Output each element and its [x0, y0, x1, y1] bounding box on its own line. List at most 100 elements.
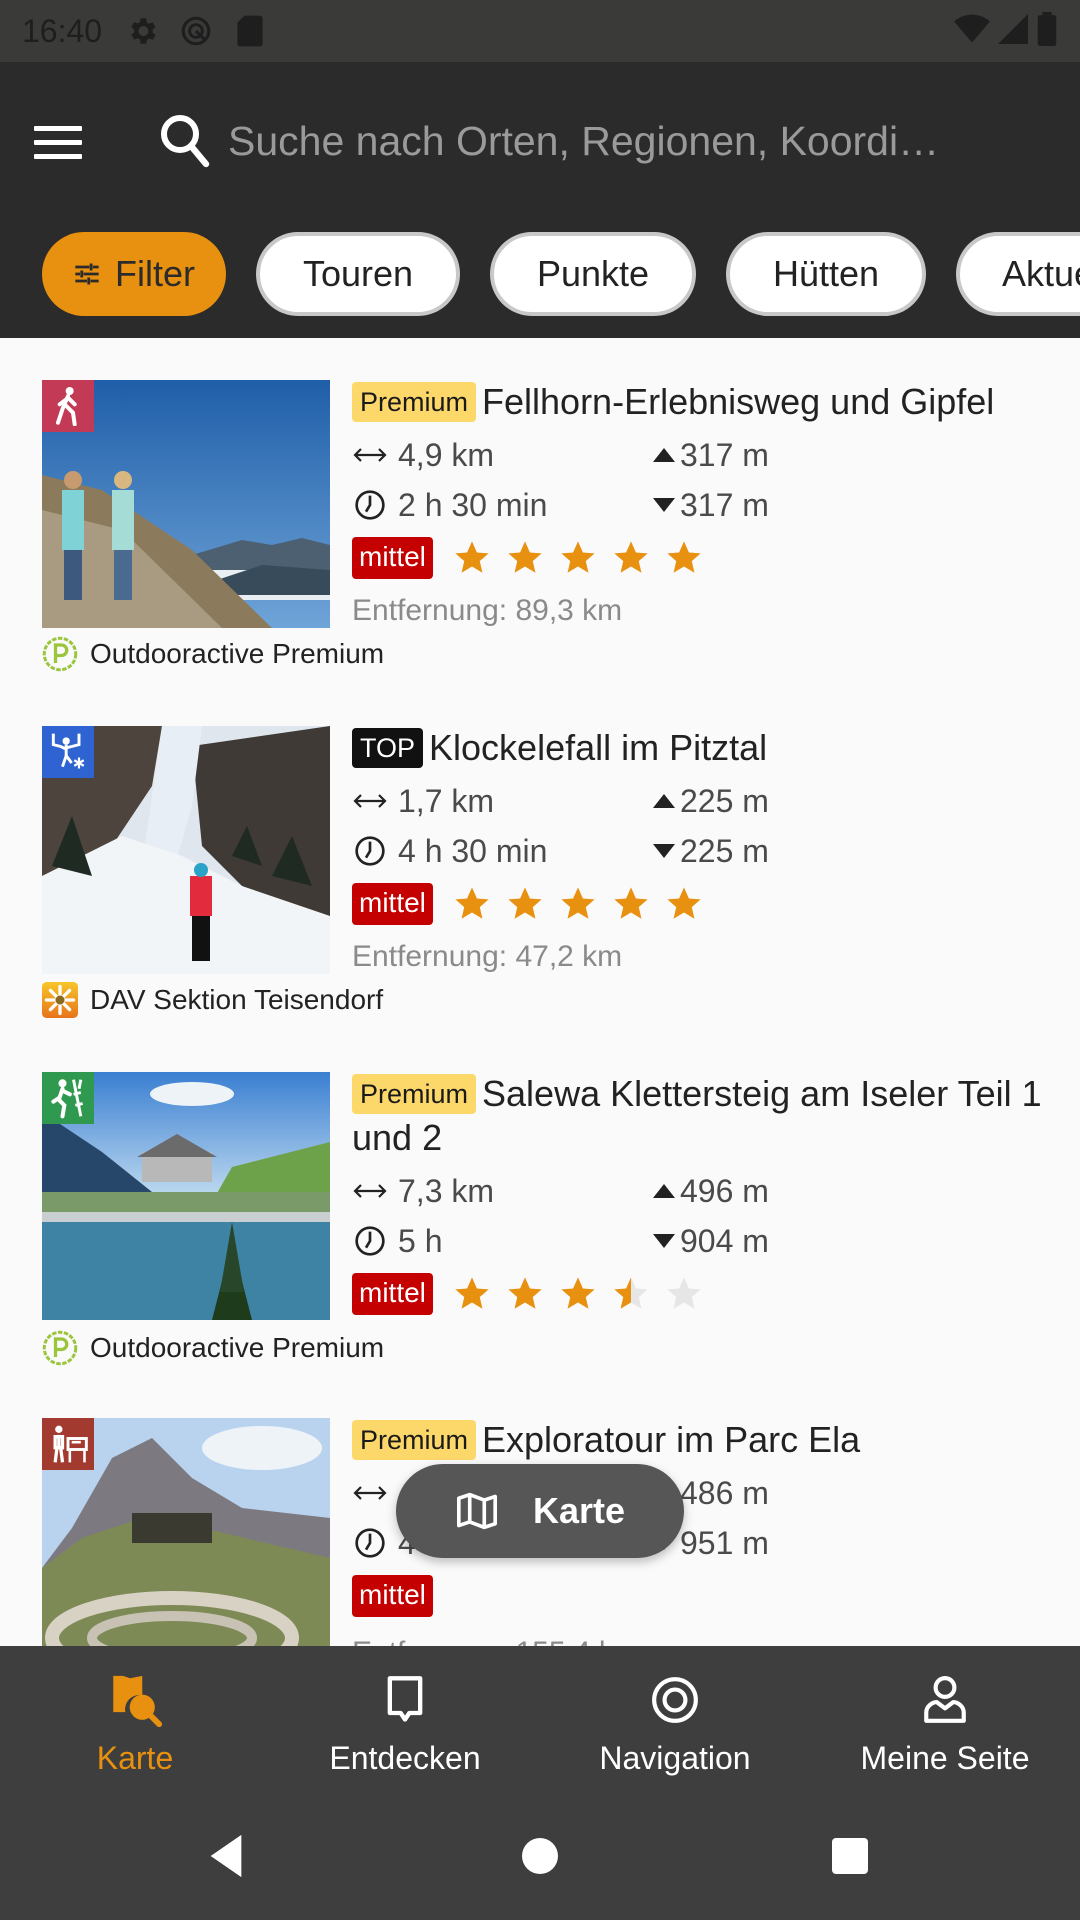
- navigation-target-icon: [645, 1670, 705, 1730]
- system-navigation-bar: [0, 1792, 1080, 1920]
- descent-icon: [652, 843, 676, 859]
- tour-title-row[interactable]: Premium Fellhorn-Erlebnisweg und Gipfel: [352, 380, 1052, 424]
- tour-stats: 4,9 km 317 m 2 h 30 min 317 m mittel Ent…: [352, 430, 1052, 628]
- filter-button[interactable]: Filter: [42, 232, 226, 316]
- tour-length: 4,9 km: [398, 436, 495, 473]
- ice-climbing-icon: [42, 726, 94, 778]
- star-filled-icon: [561, 887, 595, 919]
- tour-title[interactable]: Fellhorn-Erlebnisweg und Gipfel: [482, 381, 994, 422]
- tour-duration: 2 h 30 min: [398, 486, 548, 523]
- nav-meine-seite[interactable]: Meine Seite: [810, 1646, 1080, 1792]
- difficulty-badge: mittel: [352, 883, 433, 925]
- tour-duration: 5 h: [398, 1222, 443, 1259]
- search-input[interactable]: [228, 106, 1028, 176]
- clock-icon: [352, 835, 388, 867]
- rating-stars: [453, 885, 703, 923]
- source-label: DAV Sektion Teisendorf: [90, 984, 384, 1015]
- tour-title-row[interactable]: TOP Klockelefall im Pitztal: [352, 726, 1052, 770]
- status-time: 16:40: [22, 12, 103, 49]
- tour-source[interactable]: DAV Sektion Teisendorf: [42, 982, 383, 1018]
- descent-icon: [652, 497, 676, 513]
- hiking-icon: [42, 380, 94, 432]
- rating-stars: [453, 539, 703, 577]
- star-filled-icon: [614, 541, 648, 573]
- star-filled-icon: [455, 541, 489, 573]
- tour-card[interactable]: Premium Salewa Klettersteig am Iseler Tei…: [0, 1030, 1080, 1370]
- nav-label: Navigation: [599, 1740, 751, 1776]
- ascent-icon: [652, 793, 676, 809]
- tour-stats: 1,7 km 225 m 4 h 30 min 225 m mittel Ent…: [352, 776, 1052, 974]
- filter-chips: Filter Touren Punkte Hütten Aktue: [42, 232, 1080, 316]
- tour-ascent: 317 m: [680, 436, 769, 473]
- tour-title[interactable]: Exploratour im Parc Ela: [482, 1419, 860, 1460]
- length-arrows-icon: [352, 793, 388, 809]
- chip-huetten[interactable]: Hütten: [726, 232, 926, 316]
- filter-label: Filter: [115, 253, 195, 294]
- premium-badge: Premium: [352, 1420, 477, 1460]
- nav-entdecken[interactable]: Entdecken: [270, 1646, 540, 1792]
- premium-badge: Premium: [352, 1074, 477, 1114]
- distance-away: Entfernung: 47,2 km: [352, 940, 623, 973]
- star-filled-icon: [455, 887, 489, 919]
- gear-icon: [124, 13, 160, 49]
- difficulty-badge: mittel: [352, 537, 433, 579]
- clock-icon: [352, 1527, 388, 1559]
- length-arrows-icon: [352, 1485, 388, 1501]
- status-bar: 16:40: [0, 0, 1080, 62]
- descent-icon: [652, 1233, 676, 1249]
- bottom-navigation: Karte Entdecken Navigation Meine Seite: [0, 1646, 1080, 1792]
- nav-karte[interactable]: Karte: [0, 1646, 270, 1792]
- signal-icon: [998, 13, 1028, 50]
- sd-card-icon: [232, 13, 268, 49]
- difficulty-badge: mittel: [352, 1575, 433, 1617]
- tour-card[interactable]: TOP Klockelefall im Pitztal 1,7 km 225 m …: [0, 684, 1080, 1024]
- chip-punkte[interactable]: Punkte: [490, 232, 696, 316]
- tour-title-row[interactable]: Premium Exploratour im Parc Ela: [352, 1418, 1052, 1462]
- star-filled-icon: [561, 1277, 595, 1309]
- tour-descent: 317 m: [680, 486, 769, 523]
- map-fab-button[interactable]: Karte: [396, 1464, 684, 1558]
- educational-trail-icon: [42, 1418, 94, 1470]
- clock-icon: [352, 1225, 388, 1257]
- map-icon: [455, 1491, 499, 1531]
- nav-label: Meine Seite: [860, 1740, 1030, 1776]
- tour-descent: 951 m: [680, 1524, 769, 1561]
- tour-card[interactable]: Premium Fellhorn-Erlebnisweg und Gipfel 4…: [0, 338, 1080, 678]
- via-ferrata-icon: [42, 1072, 94, 1124]
- tour-list[interactable]: Premium Fellhorn-Erlebnisweg und Gipfel 4…: [0, 338, 1080, 1646]
- length-arrows-icon: [352, 1183, 388, 1199]
- tour-thumbnail: [42, 726, 330, 974]
- menu-button[interactable]: [34, 112, 94, 172]
- home-button[interactable]: [516, 1832, 564, 1880]
- map-search-icon: [105, 1670, 165, 1730]
- discover-icon: [375, 1670, 435, 1730]
- tour-title[interactable]: Klockelefall im Pitztal: [429, 727, 767, 768]
- ascent-icon: [652, 447, 676, 463]
- sync-icon: [178, 13, 214, 49]
- source-label: Outdooractive Premium: [90, 638, 385, 669]
- nav-navigation[interactable]: Navigation: [540, 1646, 810, 1792]
- outdooractive-premium-icon: [42, 1330, 78, 1366]
- filter-sliders-icon: [73, 260, 101, 288]
- hamburger-line: [34, 139, 82, 145]
- chip-touren[interactable]: Touren: [256, 232, 460, 316]
- battery-icon: [1036, 11, 1058, 51]
- hamburger-line: [34, 125, 82, 131]
- tour-thumbnail: [42, 1418, 330, 1646]
- source-label: Outdooractive Premium: [90, 1332, 385, 1363]
- tour-title-row[interactable]: Premium Salewa Klettersteig am Iseler Tei…: [352, 1072, 1052, 1160]
- distance-away: Entfernung: 155,4 km: [352, 1636, 1052, 1646]
- chip-aktuell[interactable]: Aktue: [956, 232, 1080, 316]
- wifi-icon: [954, 13, 990, 50]
- tour-source[interactable]: Outdooractive Premium: [42, 636, 384, 672]
- star-filled-icon: [508, 887, 542, 919]
- tour-info: Premium Fellhorn-Erlebnisweg und Gipfel 4…: [352, 380, 1052, 628]
- tour-ascent: 225 m: [680, 782, 769, 819]
- tour-ascent: 496 m: [680, 1172, 769, 1209]
- app-bar: Filter Touren Punkte Hütten Aktue: [0, 62, 1080, 338]
- back-button[interactable]: [202, 1832, 250, 1880]
- recents-button[interactable]: [826, 1832, 874, 1880]
- distance-away: Entfernung: 89,3 km: [352, 594, 623, 627]
- star-filled-icon: [455, 1277, 489, 1309]
- tour-source[interactable]: Outdooractive Premium: [42, 1330, 384, 1366]
